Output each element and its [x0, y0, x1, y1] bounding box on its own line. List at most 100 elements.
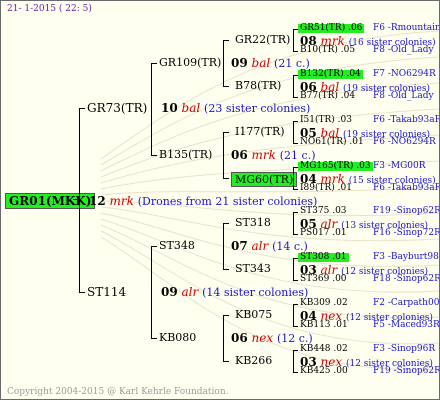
gen4-top-queen[interactable]: MG165(TR) .03	[298, 162, 373, 171]
gen4-top-queen[interactable]: KB448 .02	[300, 345, 348, 354]
connector-gen4-bottom	[293, 189, 298, 190]
gen2-queen-label[interactable]: GR109(TR)	[159, 57, 221, 68]
gen1-queen-label[interactable]: ST114	[87, 286, 126, 298]
gen4-top-queen[interactable]: B132(TR) .04	[298, 70, 363, 79]
gen4-bottom-queen[interactable]: ST369 .00	[300, 275, 347, 284]
gen2-drones-info-num: 07	[231, 239, 248, 253]
bracket-gen4	[293, 350, 294, 373]
gen2-drones-info-num: 09	[231, 56, 248, 70]
gen4-top-origin: F19 -Sinop62R	[373, 206, 440, 216]
gen3-queen-label[interactable]: ST343	[235, 263, 271, 274]
gen1-drones-info-note: (14 sister colonies)	[202, 286, 309, 299]
gen4-top-origin: F3 -Sinop96R	[373, 344, 436, 354]
bracket-gen3	[223, 315, 224, 362]
bracket-gen4	[293, 29, 294, 52]
gen1-drones-info: 09 alr (14 sister colonies)	[161, 286, 308, 298]
bracket-gen2	[151, 63, 152, 156]
gen2-drones-info: 09 bal (21 c.)	[231, 57, 310, 69]
gen2-queen-label[interactable]: ST348	[159, 240, 195, 251]
gen3-queen-label[interactable]: I177(TR)	[235, 126, 285, 137]
bracket-gen4	[293, 167, 294, 190]
gen4-top-queen[interactable]: ST308 .01	[298, 253, 349, 262]
connector-gen1-0	[79, 108, 85, 109]
connector-gen3	[223, 178, 229, 179]
gen4-bottom-origin: F5 -Maced93R	[373, 320, 440, 330]
gen2-drones-info: 06 mrk (21 c.)	[231, 149, 315, 161]
gen4-bottom-queen[interactable]: B77(TR) .04	[300, 92, 355, 101]
connector-gen4-top	[293, 212, 298, 213]
gen2-drones-info-mark: bal	[251, 56, 271, 70]
connector-gen3	[223, 315, 229, 316]
gen4-top-origin: F6 -Takab93aR	[373, 115, 440, 125]
bracket-gen4	[293, 212, 294, 235]
connector-gen4-bottom	[293, 372, 298, 373]
gen2-queen-label[interactable]: KB080	[159, 332, 196, 343]
gen4-bottom-queen[interactable]: NO61(TR) .01	[300, 138, 364, 147]
gen2-drones-info-mark: alr	[251, 239, 269, 253]
bracket-gen4	[293, 121, 294, 144]
gen4-bottom-origin: F6 -Takab93aR	[373, 183, 440, 193]
gen4-bottom-origin: F8 -Old_Lady	[373, 45, 434, 55]
gen2-drones-info: 06 nex (12 c.)	[231, 332, 313, 344]
connector-gen4-bottom	[293, 51, 298, 52]
connector-gen4-top	[293, 350, 298, 351]
gen2-drones-info-num: 06	[231, 331, 248, 345]
connector-gen4-bottom	[293, 234, 298, 235]
bracket-gen1	[79, 108, 80, 293]
root-drones-info: 12 mrk (Drones from 21 sister colonies)	[89, 195, 317, 207]
connector-gen4-bottom	[293, 97, 298, 98]
connector-gen2	[151, 155, 157, 156]
gen4-bottom-queen[interactable]: KB113 .01	[300, 321, 348, 330]
gen4-bottom-origin: F19 -Sinop62R	[373, 366, 440, 376]
gen1-drones-info-num: 10	[161, 101, 178, 115]
gen3-queen-label[interactable]: KB075	[235, 309, 272, 320]
gen4-bottom-origin: F18 -Sinop62R	[373, 274, 440, 284]
gen2-queen-label[interactable]: B135(TR)	[159, 149, 212, 160]
gen3-queen-label[interactable]: MG60(TR)	[231, 172, 298, 187]
gen4-top-origin: F7 -NO6294R	[373, 69, 436, 79]
header-date: 21- 1-2015 ( 22: 5)	[7, 4, 92, 14]
bracket-gen4	[293, 258, 294, 281]
gen4-top-origin: F3 -Bayburt98-3R	[373, 252, 439, 262]
gen4-top-origin: F3 -MG00R	[373, 161, 426, 171]
bracket-gen3	[223, 223, 224, 270]
gen1-queen-label[interactable]: GR73(TR)	[87, 102, 147, 114]
gen4-top-queen[interactable]: I51(TR) .03	[300, 116, 352, 125]
gen4-bottom-queen[interactable]: B10(TR) .05	[300, 46, 355, 55]
gen3-queen-label[interactable]: B78(TR)	[235, 80, 281, 91]
connector-gen3	[223, 132, 229, 133]
gen1-drones-info: 10 bal (23 sister colonies)	[161, 102, 310, 114]
gen4-bottom-origin: F16 -Sinop72R	[373, 228, 440, 238]
connector-gen3	[223, 361, 229, 362]
gen4-top-queen[interactable]: ST375 .03	[300, 207, 347, 216]
gen4-top-origin: F6 -Rmountain06Q	[373, 23, 439, 33]
connector-gen4-top	[293, 121, 298, 122]
bracket-gen3	[223, 132, 224, 179]
gen4-bottom-origin: F8 -Old_Lady	[373, 91, 434, 101]
connector-gen4-top	[293, 304, 298, 305]
gen4-bottom-queen[interactable]: KB425 .00	[300, 367, 348, 376]
pedigree-frame: 21- 1-2015 ( 22: 5) Copyright 2004-2015 …	[0, 0, 440, 400]
footer-copyright: Copyright 2004-2015 @ Karl Kehrle Founda…	[7, 387, 229, 397]
connector-gen4-bottom	[293, 280, 298, 281]
gen1-drones-info-mark: alr	[181, 285, 199, 299]
gen4-top-queen[interactable]: GR51(TR) .06	[298, 24, 365, 33]
root-queen-label[interactable]: GR01(MKK)	[5, 193, 96, 209]
connector-gen2	[151, 338, 157, 339]
bracket-gen2	[151, 246, 152, 339]
bracket-gen4	[293, 304, 294, 327]
gen4-bottom-queen[interactable]: I89(TR) .01	[300, 184, 352, 193]
gen4-bottom-queen[interactable]: PS017 .01	[300, 229, 347, 238]
connector-gen3	[223, 40, 229, 41]
gen4-top-queen[interactable]: KB309 .02	[300, 299, 348, 308]
connector-gen3	[223, 86, 229, 87]
root-drones-mark: mrk	[109, 194, 134, 208]
gen3-queen-label[interactable]: KB266	[235, 355, 272, 366]
connector-gen3	[223, 269, 229, 270]
gen3-queen-label[interactable]: ST318	[235, 217, 271, 228]
connector-gen2	[151, 63, 157, 64]
gen3-queen-label[interactable]: GR22(TR)	[235, 34, 290, 45]
gen2-drones-info-mark: nex	[251, 331, 274, 345]
root-drones-note: (Drones from 21 sister colonies)	[137, 195, 318, 208]
gen2-drones-info: 07 alr (14 c.)	[231, 240, 308, 252]
